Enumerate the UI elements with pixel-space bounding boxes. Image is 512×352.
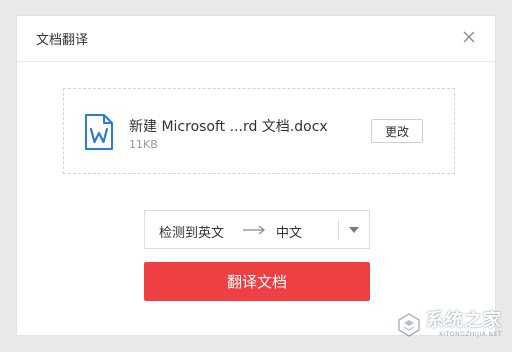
caret-down-icon[interactable]: [349, 227, 359, 233]
file-drop-area: 新建 Microsoft ...rd 文档.docx 11KB 更改: [63, 88, 455, 174]
watermark-logo-icon: [398, 313, 420, 337]
arrow-right-icon: [243, 225, 265, 235]
target-language: 中文: [276, 226, 303, 241]
dialog-title: 文档翻译: [36, 33, 89, 48]
change-file-button[interactable]: 更改: [371, 119, 423, 143]
file-size: 11KB: [129, 138, 158, 151]
translate-document-button[interactable]: 翻译文档: [144, 262, 370, 301]
file-name: 新建 Microsoft ...rd 文档.docx: [129, 119, 328, 135]
word-document-icon: [85, 114, 113, 150]
watermark-url: XITONGZHIJIA.NET: [438, 331, 502, 338]
translate-dialog: 文档翻译 新建 Microsoft ...rd 文档.docx 11KB 更改 …: [16, 15, 496, 336]
selector-divider: [338, 219, 339, 240]
language-selector[interactable]: 检测到英文 中文: [144, 210, 370, 249]
watermark-text: 系统之家: [426, 310, 502, 331]
dialog-titlebar: 文档翻译: [17, 16, 495, 62]
close-icon[interactable]: [459, 27, 479, 47]
source-language: 检测到英文: [159, 226, 225, 241]
watermark: 系统之家 XITONGZHIJIA.NET: [396, 312, 502, 338]
